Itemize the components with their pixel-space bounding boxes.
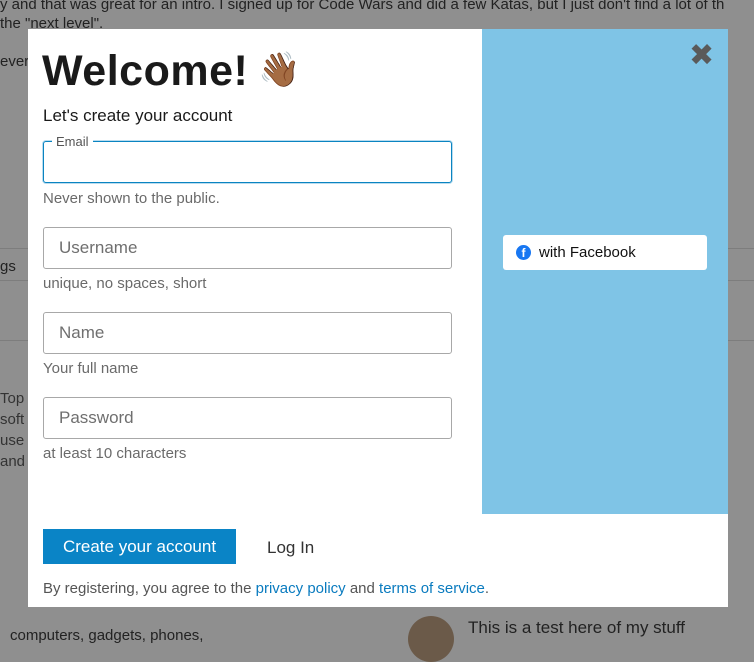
email-label: Email: [52, 134, 93, 149]
username-hint: unique, no spaces, short: [43, 275, 207, 292]
signup-form-panel: [28, 29, 482, 514]
password-input[interactable]: [44, 398, 451, 438]
background-text-line: ever: [0, 53, 30, 70]
legal-suffix: .: [484, 580, 490, 597]
email-field[interactable]: Email: [43, 134, 452, 183]
terms-of-service-link[interactable]: terms of service: [379, 580, 485, 597]
name-input[interactable]: [44, 313, 451, 353]
modal-title-text: Welcome!: [42, 47, 249, 95]
username-field[interactable]: [43, 227, 452, 269]
modal-subtitle: Let's create your account: [43, 106, 233, 125]
modal-title: Welcome! 👋🏾: [42, 47, 301, 96]
social-login-panel: [482, 29, 728, 514]
background-text-line: y and that was great for an intro. I sig…: [0, 0, 725, 13]
name-field[interactable]: [43, 312, 452, 354]
name-hint: Your full name: [43, 360, 139, 377]
email-input[interactable]: [44, 142, 451, 182]
email-hint: Never shown to the public.: [43, 190, 220, 207]
signup-modal: Welcome! 👋🏾 Let's create your account Ema…: [28, 29, 728, 607]
login-link[interactable]: Log In: [267, 538, 314, 558]
privacy-policy-link[interactable]: privacy policy: [256, 580, 346, 597]
username-input[interactable]: [44, 228, 451, 268]
legal-and: and: [349, 580, 375, 597]
facebook-login-button[interactable]: f with Facebook: [503, 235, 707, 270]
avatar: [408, 616, 454, 662]
background-fragment: and: [0, 453, 26, 470]
background-fragment: use: [0, 432, 25, 449]
facebook-icon: f: [516, 245, 531, 260]
facebook-login-label: with Facebook: [539, 244, 636, 261]
create-account-button[interactable]: Create your account: [43, 529, 236, 564]
background-tags-fragment: gs: [0, 258, 16, 275]
close-icon[interactable]: ✖: [689, 41, 714, 71]
background-fragment: Top: [0, 390, 25, 407]
waving-hand-icon: 👋🏾: [258, 51, 302, 89]
background-text-line: computers, gadgets, phones,: [10, 627, 204, 644]
background-post-title: This is a test here of my stuff: [468, 618, 685, 637]
legal-prefix: By registering, you agree to the: [43, 580, 252, 597]
background-left-fragments: Top soft use and: [0, 388, 25, 472]
password-hint: at least 10 characters: [43, 445, 187, 462]
background-fragment: soft: [0, 411, 25, 428]
password-field[interactable]: [43, 397, 452, 439]
legal-notice: By registering, you agree to the privacy…: [43, 580, 489, 597]
